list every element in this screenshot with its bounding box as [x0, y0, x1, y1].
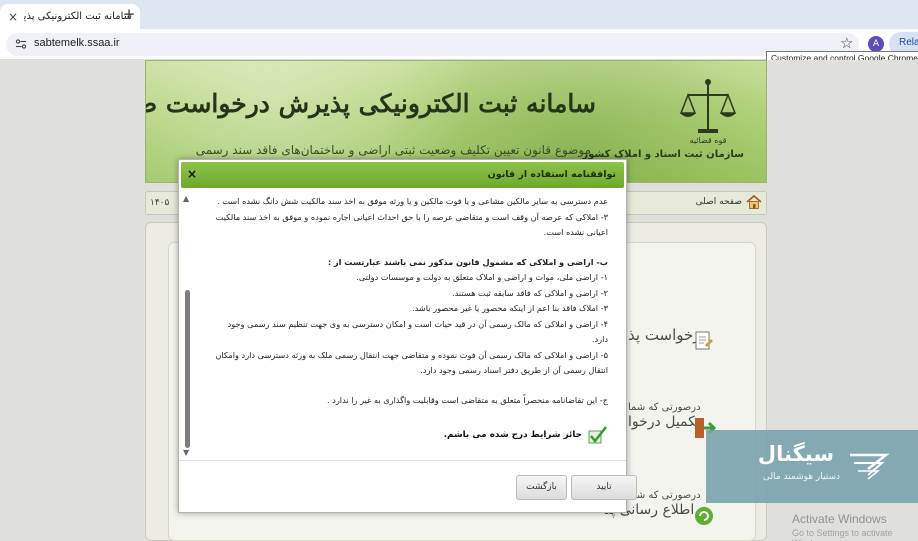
- section-b-title: ب- اراضی و املاکی که مشمول قانون مذکور ن…: [327, 256, 608, 267]
- activate-windows-subtext: Go to Settings to activate Windows.: [792, 528, 893, 541]
- agree-label: حائز شرایط درج شده می باشم.: [443, 430, 582, 440]
- terms-modal: توافقنامه استفاده از قانون × ▲ ▼ عدم دست…: [178, 159, 637, 513]
- signal-brand-name: سیگنال: [757, 442, 834, 466]
- banner-title: سامانه ثبت الکترونیکی پذیرش درخواست صدور…: [146, 89, 596, 118]
- activate-windows-text: Activate Windows: [792, 512, 887, 526]
- agree-checkbox-row[interactable]: حائز شرایط درج شده می باشم.: [444, 426, 608, 444]
- signal-brand-subtitle: دستیار هوشمند مالی: [762, 472, 840, 482]
- section-c-text: ج- این تقاضانامه منحصراً متعلق به متقاضی…: [326, 394, 608, 405]
- confirm-button[interactable]: تایید: [571, 475, 637, 500]
- url-text[interactable]: sabtemelk.ssaa.ir: [34, 37, 120, 49]
- terms-line: دارد.: [591, 334, 608, 344]
- modal-body[interactable]: ▲ ▼ عدم دسترسی به سایر مالکین مشاعی و یا…: [179, 190, 626, 458]
- home-icon: [746, 195, 762, 209]
- scroll-up-arrow-icon[interactable]: ▲: [183, 194, 189, 203]
- terms-line: ۴- اراضی و املاکی که مالک رسمی آن در قید…: [227, 318, 608, 329]
- scroll-thumb[interactable]: [185, 290, 190, 448]
- bg-item-inform-line1: درصورتی که شما: [628, 490, 701, 501]
- terms-line: ۲- اراضی و املاکی که فاقد سابقه ثبت هستن…: [451, 287, 608, 298]
- address-bar[interactable]: sabtemelk.ssaa.ir ☆: [6, 33, 859, 56]
- terms-line: اعیانی نشده است.: [543, 227, 608, 237]
- signal-logo-icon: [850, 453, 890, 480]
- modal-footer: تایید بازگشت: [179, 460, 637, 512]
- breadcrumb-home-label: صفحه اصلی: [695, 197, 742, 207]
- checkmark-icon[interactable]: [588, 426, 608, 444]
- document-icon: [695, 331, 713, 350]
- modal-header: توافقنامه استفاده از قانون ×: [181, 162, 624, 188]
- tab-strip: سامانه ثبت الکترونیکی پذیرش × +: [0, 0, 918, 29]
- justice-scale-icon: قوه قضائیه: [679, 79, 737, 145]
- back-button[interactable]: بازگشت: [516, 475, 567, 500]
- refresh-green-icon: [695, 507, 713, 525]
- signal-overlay-badge: سیگنال دستیار هوشمند مالی: [706, 430, 918, 503]
- tab-title: سامانه ثبت الکترونیکی پذیرش: [24, 11, 132, 22]
- terms-line: ۵- اراضی و املاکی که مالک رسمی آن فوت نم…: [215, 349, 608, 360]
- scroll-down-arrow-icon[interactable]: ▼: [183, 448, 189, 457]
- browser-tab[interactable]: سامانه ثبت الکترونیکی پذیرش ×: [0, 4, 140, 29]
- modal-close-icon[interactable]: ×: [187, 167, 197, 181]
- terms-line: ۳- املاک فاقد بنا اعم از اینکه محصور یا …: [412, 303, 608, 313]
- terms-line: انتقال رسمی آن از طریق دفتر اسناد رسمی و…: [420, 365, 608, 375]
- breadcrumb-date: ۱۴۰۵: [150, 198, 170, 208]
- org-top-text: قوه قضائیه: [690, 136, 727, 145]
- modal-title: توافقنامه استفاده از قانون: [487, 169, 616, 180]
- bg-item-complete-line1: درصورتی که شما: [628, 402, 701, 413]
- new-tab-button[interactable]: +: [120, 6, 138, 24]
- bg-item-complete[interactable]: تکمیل درخوا: [628, 414, 700, 430]
- modal-scrollbar[interactable]: ▲ ▼: [183, 194, 191, 457]
- terms-text: عدم دسترسی به سایر مالکین مشاعی و یا فوت…: [198, 194, 608, 408]
- breadcrumb-home[interactable]: صفحه اصلی: [696, 195, 762, 209]
- site-settings-icon[interactable]: [15, 38, 27, 50]
- profile-avatar[interactable]: A: [868, 36, 884, 52]
- terms-line: ۱- اراضی ملی، موات و اراضی و املاک متعلق…: [356, 272, 608, 282]
- tab-close-icon[interactable]: ×: [8, 10, 18, 24]
- terms-line: ۳- املاکی که عرصه آن وقف است و متقاضی عر…: [215, 211, 608, 222]
- bookmark-star-icon[interactable]: ☆: [840, 34, 853, 52]
- terms-line: عدم دسترسی به سایر مالکین مشاعی و یا فوت…: [217, 196, 608, 206]
- banner-subtitle: موضوع قانون تعیین تکلیف وضعیت ثبتی اراضی…: [195, 143, 591, 157]
